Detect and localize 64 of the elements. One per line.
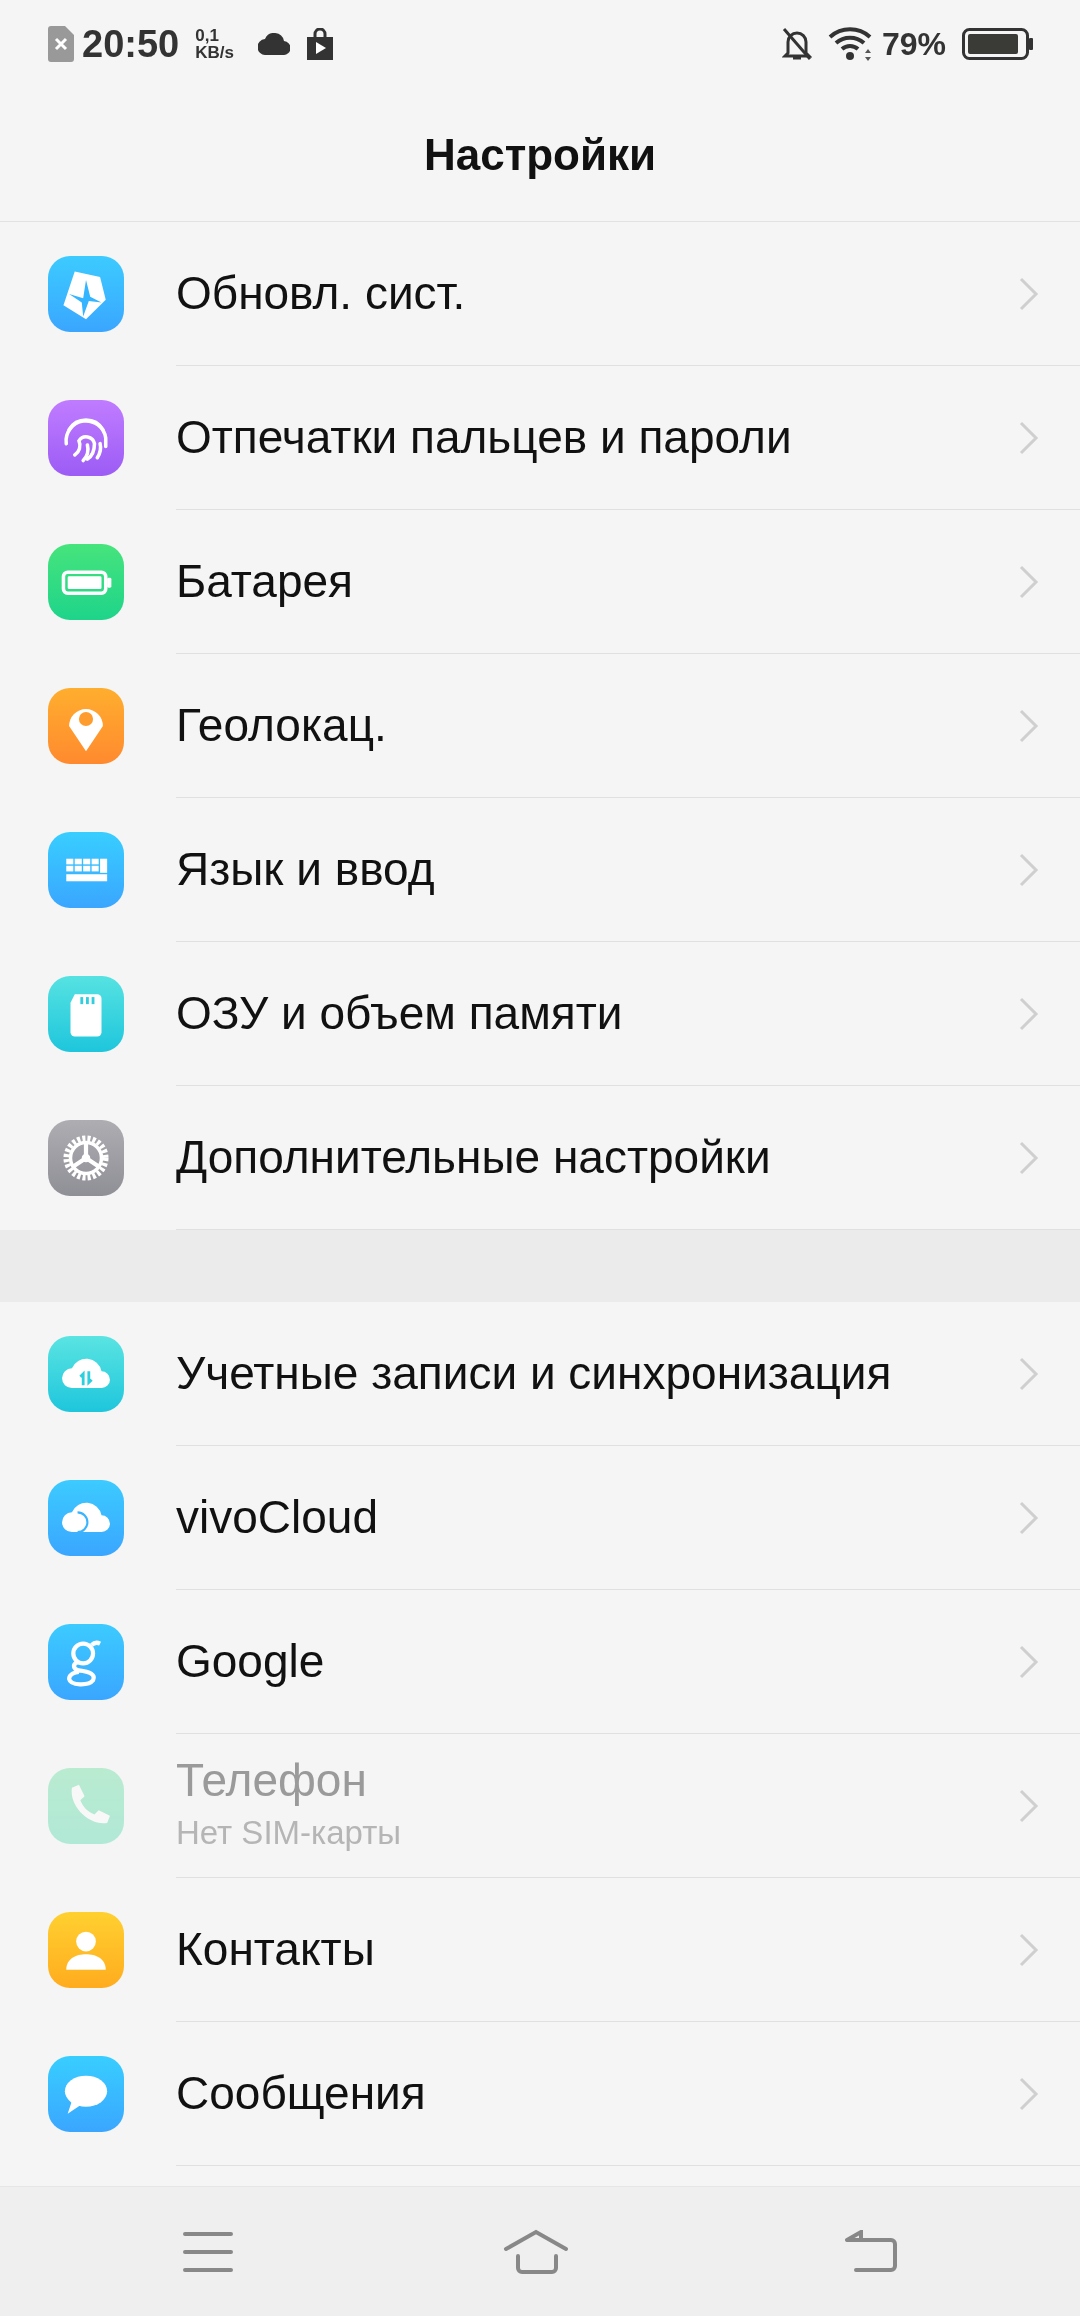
clock: 20:50 <box>82 21 180 67</box>
item-subtitle: Нет SIM-карты <box>176 1813 401 1854</box>
settings-item[interactable]: ОЗУ и объем памяти <box>0 942 1080 1086</box>
google-g-icon <box>48 1624 124 1700</box>
chevron-icon <box>1018 1931 1040 1968</box>
chevron-icon <box>1018 1139 1040 1176</box>
back-icon <box>843 2229 898 2274</box>
settings-item[interactable]: Геолокац. <box>0 654 1080 798</box>
settings-item[interactable]: Язык и ввод <box>0 798 1080 942</box>
chevron-icon <box>1018 1643 1040 1680</box>
item-label: Отпечатки пальцев и пароли <box>176 409 792 465</box>
item-label: Батарея <box>176 553 353 609</box>
item-label: Геолокац. <box>176 697 387 753</box>
sim-off-icon <box>48 26 74 62</box>
item-label: Обновл. сист. <box>176 265 466 321</box>
chevron-icon <box>1018 419 1040 456</box>
chevron-icon <box>1018 275 1040 312</box>
network-speed: 0,1 <box>195 27 220 44</box>
gear-icon <box>48 1120 124 1196</box>
cloud-icon <box>48 1480 124 1556</box>
chevron-icon <box>1018 995 1040 1032</box>
item-label: Телефон <box>176 1753 368 1809</box>
battery-icon <box>48 544 124 620</box>
chat-bubble-icon <box>48 2056 124 2132</box>
chevron-icon <box>1018 1787 1040 1824</box>
settings-item[interactable]: Отпечатки пальцев и пароли <box>0 366 1080 510</box>
chevron-icon <box>1018 563 1040 600</box>
settings-item[interactable]: Учетные записи и синхронизация <box>0 1302 1080 1446</box>
item-label: Контакты <box>176 1921 375 1977</box>
cloud-sync-icon <box>48 1336 124 1412</box>
contact-person-icon <box>48 1912 124 1988</box>
speed-unit: KB/s <box>195 44 234 61</box>
chevron-icon <box>1018 1499 1040 1536</box>
page-title: Настройки <box>423 128 657 181</box>
chevron-icon <box>1018 1355 1040 1392</box>
settings-item[interactable]: vivoCloud <box>0 1446 1080 1590</box>
menu-icon <box>182 2230 235 2273</box>
store-bag-icon <box>305 28 334 60</box>
wifi-icon <box>827 27 874 61</box>
item-label: vivoCloud <box>176 1489 378 1545</box>
settings-item[interactable]: Сообщения <box>0 2022 1080 2166</box>
chevron-icon <box>1018 2075 1040 2112</box>
update-icon <box>48 256 124 332</box>
item-label: ОЗУ и объем памяти <box>176 985 623 1041</box>
item-label: Google <box>176 1633 325 1689</box>
chevron-icon <box>1018 851 1040 888</box>
chevron-icon <box>1018 707 1040 744</box>
keyboard-icon <box>48 832 124 908</box>
battery-percent: 79% <box>881 25 946 64</box>
location-pin-icon <box>48 688 124 764</box>
settings-item[interactable]: Контакты <box>0 1878 1080 2022</box>
item-label: Язык и ввод <box>176 841 435 897</box>
settings-item[interactable]: Google <box>0 1590 1080 1734</box>
item-label: Сообщения <box>176 2065 426 2121</box>
cloud-icon <box>257 33 290 55</box>
memory-card-icon <box>48 976 124 1052</box>
settings-item[interactable]: Батарея <box>0 510 1080 654</box>
settings-item[interactable]: Обновл. сист. <box>0 222 1080 366</box>
bell-off-icon <box>781 27 812 61</box>
item-label: Дополнительные настройки <box>176 1129 771 1185</box>
fingerprint-icon <box>48 400 124 476</box>
phone-handset-icon <box>48 1768 124 1844</box>
battery-icon <box>962 28 1034 60</box>
item-label: Учетные записи и синхронизация <box>176 1345 892 1401</box>
